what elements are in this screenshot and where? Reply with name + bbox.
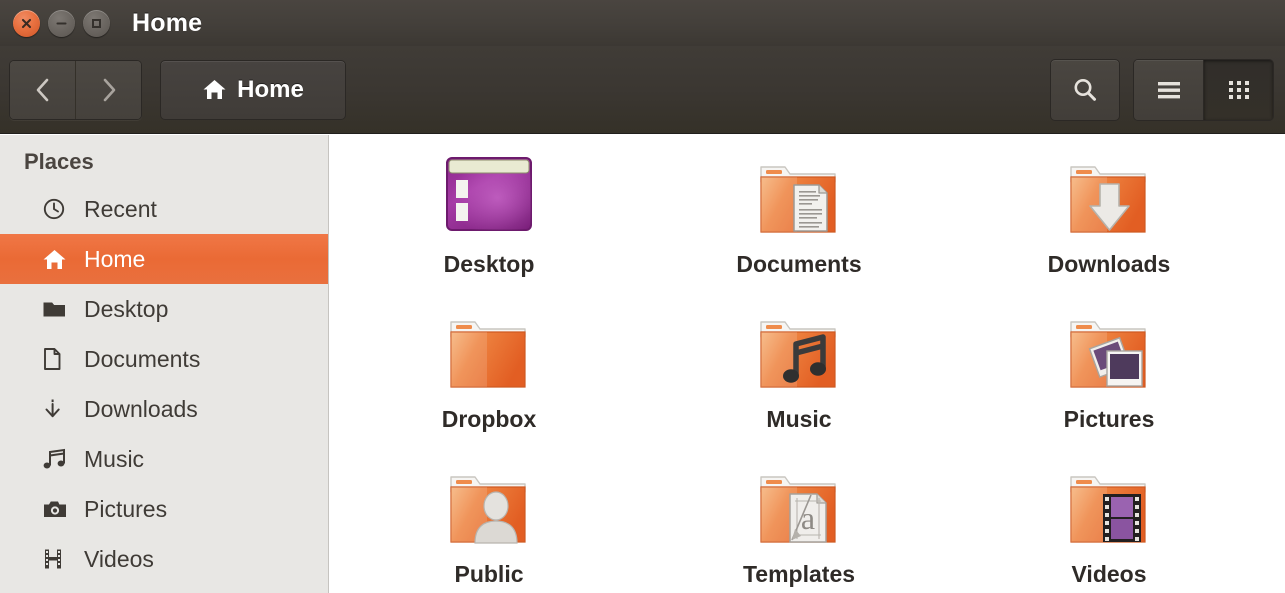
svg-text:a: a	[801, 500, 815, 536]
music-folder-icon	[749, 300, 849, 404]
file-item-dropbox[interactable]: Dropbox	[334, 300, 644, 455]
sidebar-item-label: Recent	[84, 195, 157, 222]
folder-icon	[42, 298, 72, 320]
file-item-label: Videos	[1071, 561, 1147, 587]
sidebar-item-desktop[interactable]: Desktop	[0, 284, 328, 334]
sidebar-item-label: Music	[84, 445, 145, 472]
file-item-label: Dropbox	[441, 406, 537, 432]
close-button[interactable]	[13, 9, 40, 37]
chevron-right-icon	[103, 78, 115, 101]
sidebar-item-label: Home	[84, 245, 146, 272]
window-title: Home	[132, 8, 203, 37]
grid-view-button[interactable]	[1203, 59, 1273, 120]
public-folder-icon	[439, 455, 539, 559]
sidebar-item-pictures[interactable]: Pictures	[0, 484, 328, 534]
file-list-view[interactable]: Desktop Documents Downloads Dropbox Musi…	[330, 135, 1285, 593]
sidebar-item-music[interactable]: Music	[0, 434, 328, 484]
sidebar-item-downloads[interactable]: Downloads	[0, 384, 328, 434]
file-item-label: Pictures	[1063, 406, 1155, 432]
music-icon	[42, 447, 72, 471]
desktop-folder-icon	[439, 145, 539, 249]
clock-icon	[42, 197, 72, 221]
back-button[interactable]	[10, 60, 75, 119]
file-item-label: Documents	[736, 251, 862, 277]
nautilus-window: Home Home Places Recent Home Desktop Doc…	[0, 0, 1285, 593]
sidebar-item-label: Documents	[84, 345, 201, 372]
file-item-downloads[interactable]: Downloads	[954, 145, 1264, 300]
sidebar-item-label: Pictures	[84, 495, 168, 522]
navigation-button-group	[9, 59, 142, 120]
view-toggle-group	[1133, 58, 1274, 121]
window-controls	[13, 9, 110, 37]
file-item-music[interactable]: Music	[644, 300, 954, 455]
title-bar: Home	[0, 0, 1285, 46]
maximize-button[interactable]	[83, 9, 110, 37]
templates-folder-icon: a	[749, 455, 849, 559]
sidebar-heading: Places	[24, 149, 94, 174]
sidebar-item-home[interactable]: Home	[0, 234, 328, 284]
path-button-label: Home	[237, 75, 304, 103]
file-item-label: Music	[766, 406, 832, 432]
grid-view-icon	[1228, 80, 1249, 99]
chevron-left-icon	[36, 78, 48, 101]
file-item-desktop[interactable]: Desktop	[334, 145, 644, 300]
maximize-icon	[92, 18, 101, 28]
documents-folder-icon	[749, 145, 849, 249]
search-button[interactable]	[1050, 58, 1120, 121]
sidebar-item-recent[interactable]: Recent	[0, 184, 328, 234]
downloads-folder-icon	[1059, 145, 1159, 249]
plain-folder-icon	[439, 300, 539, 404]
close-icon	[21, 18, 32, 28]
camera-icon	[42, 498, 72, 520]
forward-button[interactable]	[75, 60, 141, 119]
toolbar: Home	[0, 46, 1285, 134]
file-item-label: Desktop	[443, 251, 535, 277]
minimize-icon	[56, 21, 67, 25]
pictures-folder-icon	[1059, 300, 1159, 404]
file-item-label: Templates	[742, 561, 856, 587]
minimize-button[interactable]	[48, 9, 75, 37]
videos-folder-icon	[1059, 455, 1159, 559]
film-icon	[42, 547, 72, 571]
sidebar: Places Recent Home Desktop Documents Dow…	[0, 135, 329, 593]
search-icon	[1074, 78, 1096, 101]
list-view-button[interactable]	[1134, 59, 1203, 120]
home-icon	[203, 80, 226, 99]
file-item-label: Public	[454, 561, 524, 587]
sidebar-item-videos[interactable]: Videos	[0, 534, 328, 584]
file-item-videos[interactable]: Videos	[954, 455, 1264, 593]
download-icon	[42, 397, 72, 421]
sidebar-item-label: Downloads	[84, 395, 198, 422]
path-button-home[interactable]: Home	[160, 59, 346, 120]
file-item-documents[interactable]: Documents	[644, 145, 954, 300]
file-item-pictures[interactable]: Pictures	[954, 300, 1264, 455]
list-view-icon	[1157, 81, 1180, 98]
home-icon	[42, 248, 72, 271]
icon-grid: Desktop Documents Downloads Dropbox Musi…	[330, 135, 1285, 593]
file-item-public[interactable]: Public	[334, 455, 644, 593]
document-icon	[42, 347, 72, 371]
sidebar-item-label: Videos	[84, 545, 154, 572]
sidebar-item-label: Desktop	[84, 295, 169, 322]
sidebar-item-documents[interactable]: Documents	[0, 334, 328, 384]
file-item-label: Downloads	[1047, 251, 1171, 277]
file-item-templates[interactable]: a Templates	[644, 455, 954, 593]
